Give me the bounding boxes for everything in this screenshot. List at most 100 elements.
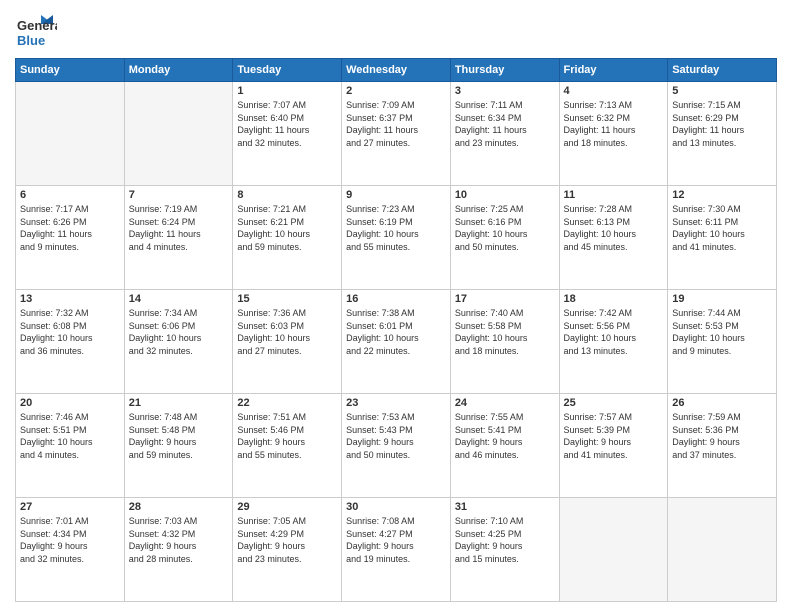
calendar-table: SundayMondayTuesdayWednesdayThursdayFrid… [15,58,777,602]
day-info: Sunrise: 7:11 AM Sunset: 6:34 PM Dayligh… [455,99,555,149]
day-number: 4 [564,85,664,97]
calendar-cell: 13 Sunrise: 7:32 AM Sunset: 6:08 PM Dayli… [16,290,125,394]
day-info: Sunrise: 7:28 AM Sunset: 6:13 PM Dayligh… [564,203,664,253]
week-row-1: 1 Sunrise: 7:07 AM Sunset: 6:40 PM Daylig… [16,82,777,186]
page: GeneralBlue SundayMondayTuesdayWednesday… [0,0,792,612]
calendar-cell [16,82,125,186]
day-number: 25 [564,397,664,409]
day-info: Sunrise: 7:17 AM Sunset: 6:26 PM Dayligh… [20,203,120,253]
day-info: Sunrise: 7:53 AM Sunset: 5:43 PM Dayligh… [346,411,446,461]
day-info: Sunrise: 7:05 AM Sunset: 4:29 PM Dayligh… [237,515,337,565]
calendar-cell: 4Sunrise: 7:13 AM Sunset: 6:32 PM Daylig… [559,82,668,186]
weekday-header-sunday: Sunday [16,59,125,82]
day-number: 15 [237,293,337,305]
day-info: Sunrise: 7:44 AM Sunset: 5:53 PM Dayligh… [672,307,772,357]
calendar-cell: 21 Sunrise: 7:48 AM Sunset: 5:48 PM Dayli… [124,394,233,498]
day-info: Sunrise: 7:55 AM Sunset: 5:41 PM Dayligh… [455,411,555,461]
day-number: 29 [237,501,337,513]
day-info: Sunrise: 7:46 AM Sunset: 5:51 PM Dayligh… [20,411,120,461]
day-number: 5 [672,85,772,97]
weekday-header-friday: Friday [559,59,668,82]
calendar-cell: 9 Sunrise: 7:23 AM Sunset: 6:19 PM Daylig… [342,186,451,290]
day-number: 24 [455,397,555,409]
day-info: Sunrise: 7:03 AM Sunset: 4:32 PM Dayligh… [129,515,229,565]
day-info: Sunrise: 7:32 AM Sunset: 6:08 PM Dayligh… [20,307,120,357]
week-row-4: 20 Sunrise: 7:46 AM Sunset: 5:51 PM Dayli… [16,394,777,498]
day-info: Sunrise: 7:21 AM Sunset: 6:21 PM Dayligh… [237,203,337,253]
day-number: 20 [20,397,120,409]
day-number: 13 [20,293,120,305]
week-row-3: 13 Sunrise: 7:32 AM Sunset: 6:08 PM Dayli… [16,290,777,394]
calendar-cell: 23 Sunrise: 7:53 AM Sunset: 5:43 PM Dayli… [342,394,451,498]
day-number: 10 [455,189,555,201]
calendar-cell: 2 Sunrise: 7:09 AM Sunset: 6:37 PM Daylig… [342,82,451,186]
day-info: Sunrise: 7:25 AM Sunset: 6:16 PM Dayligh… [455,203,555,253]
day-number: 2 [346,85,446,97]
day-number: 8 [237,189,337,201]
day-number: 27 [20,501,120,513]
day-number: 12 [672,189,772,201]
day-number: 22 [237,397,337,409]
calendar-cell: 25 Sunrise: 7:57 AM Sunset: 5:39 PM Dayli… [559,394,668,498]
day-number: 16 [346,293,446,305]
logo-svg-icon: GeneralBlue [15,10,57,52]
calendar-cell: 6 Sunrise: 7:17 AM Sunset: 6:26 PM Daylig… [16,186,125,290]
svg-text:General: General [17,18,57,33]
logo: GeneralBlue [15,10,57,52]
header: GeneralBlue [15,10,777,52]
day-info: Sunrise: 7:01 AM Sunset: 4:34 PM Dayligh… [20,515,120,565]
day-number: 28 [129,501,229,513]
day-number: 23 [346,397,446,409]
svg-text:Blue: Blue [17,33,45,48]
calendar-cell: 15Sunrise: 7:36 AM Sunset: 6:03 PM Dayli… [233,290,342,394]
calendar-cell: 12 Sunrise: 7:30 AM Sunset: 6:11 PM Dayli… [668,186,777,290]
day-info: Sunrise: 7:09 AM Sunset: 6:37 PM Dayligh… [346,99,446,149]
day-info: Sunrise: 7:34 AM Sunset: 6:06 PM Dayligh… [129,307,229,357]
calendar-cell: 16 Sunrise: 7:38 AM Sunset: 6:01 PM Dayli… [342,290,451,394]
calendar-cell: 24 Sunrise: 7:55 AM Sunset: 5:41 PM Dayli… [450,394,559,498]
calendar-cell: 28 Sunrise: 7:03 AM Sunset: 4:32 PM Dayli… [124,498,233,602]
day-info: Sunrise: 7:51 AM Sunset: 5:46 PM Dayligh… [237,411,337,461]
day-info: Sunrise: 7:42 AM Sunset: 5:56 PM Dayligh… [564,307,664,357]
day-info: Sunrise: 7:15 AM Sunset: 6:29 PM Dayligh… [672,99,772,149]
calendar-cell: 22 Sunrise: 7:51 AM Sunset: 5:46 PM Dayli… [233,394,342,498]
calendar-cell: 10 Sunrise: 7:25 AM Sunset: 6:16 PM Dayli… [450,186,559,290]
day-info: Sunrise: 7:07 AM Sunset: 6:40 PM Dayligh… [237,99,337,149]
day-info: Sunrise: 7:38 AM Sunset: 6:01 PM Dayligh… [346,307,446,357]
week-row-2: 6 Sunrise: 7:17 AM Sunset: 6:26 PM Daylig… [16,186,777,290]
day-number: 21 [129,397,229,409]
calendar-cell [124,82,233,186]
calendar-cell: 3 Sunrise: 7:11 AM Sunset: 6:34 PM Daylig… [450,82,559,186]
day-number: 3 [455,85,555,97]
calendar-cell: 1 Sunrise: 7:07 AM Sunset: 6:40 PM Daylig… [233,82,342,186]
calendar-cell: 17Sunrise: 7:40 AM Sunset: 5:58 PM Dayli… [450,290,559,394]
weekday-header-row: SundayMondayTuesdayWednesdayThursdayFrid… [16,59,777,82]
day-info: Sunrise: 7:08 AM Sunset: 4:27 PM Dayligh… [346,515,446,565]
calendar-cell: 27 Sunrise: 7:01 AM Sunset: 4:34 PM Dayli… [16,498,125,602]
calendar-cell [668,498,777,602]
weekday-header-saturday: Saturday [668,59,777,82]
calendar-cell: 31Sunrise: 7:10 AM Sunset: 4:25 PM Dayli… [450,498,559,602]
calendar-cell: 11Sunrise: 7:28 AM Sunset: 6:13 PM Dayli… [559,186,668,290]
day-info: Sunrise: 7:23 AM Sunset: 6:19 PM Dayligh… [346,203,446,253]
calendar-cell: 5 Sunrise: 7:15 AM Sunset: 6:29 PM Daylig… [668,82,777,186]
day-info: Sunrise: 7:10 AM Sunset: 4:25 PM Dayligh… [455,515,555,565]
weekday-header-tuesday: Tuesday [233,59,342,82]
calendar-cell: 18 Sunrise: 7:42 AM Sunset: 5:56 PM Dayli… [559,290,668,394]
weekday-header-monday: Monday [124,59,233,82]
day-number: 1 [237,85,337,97]
day-number: 18 [564,293,664,305]
day-number: 17 [455,293,555,305]
day-number: 6 [20,189,120,201]
calendar-cell: 29 Sunrise: 7:05 AM Sunset: 4:29 PM Dayli… [233,498,342,602]
calendar-cell: 14Sunrise: 7:34 AM Sunset: 6:06 PM Dayli… [124,290,233,394]
weekday-header-wednesday: Wednesday [342,59,451,82]
day-info: Sunrise: 7:30 AM Sunset: 6:11 PM Dayligh… [672,203,772,253]
calendar-cell [559,498,668,602]
day-info: Sunrise: 7:57 AM Sunset: 5:39 PM Dayligh… [564,411,664,461]
day-number: 19 [672,293,772,305]
day-info: Sunrise: 7:59 AM Sunset: 5:36 PM Dayligh… [672,411,772,461]
day-number: 9 [346,189,446,201]
day-info: Sunrise: 7:48 AM Sunset: 5:48 PM Dayligh… [129,411,229,461]
calendar-cell: 26Sunrise: 7:59 AM Sunset: 5:36 PM Dayli… [668,394,777,498]
